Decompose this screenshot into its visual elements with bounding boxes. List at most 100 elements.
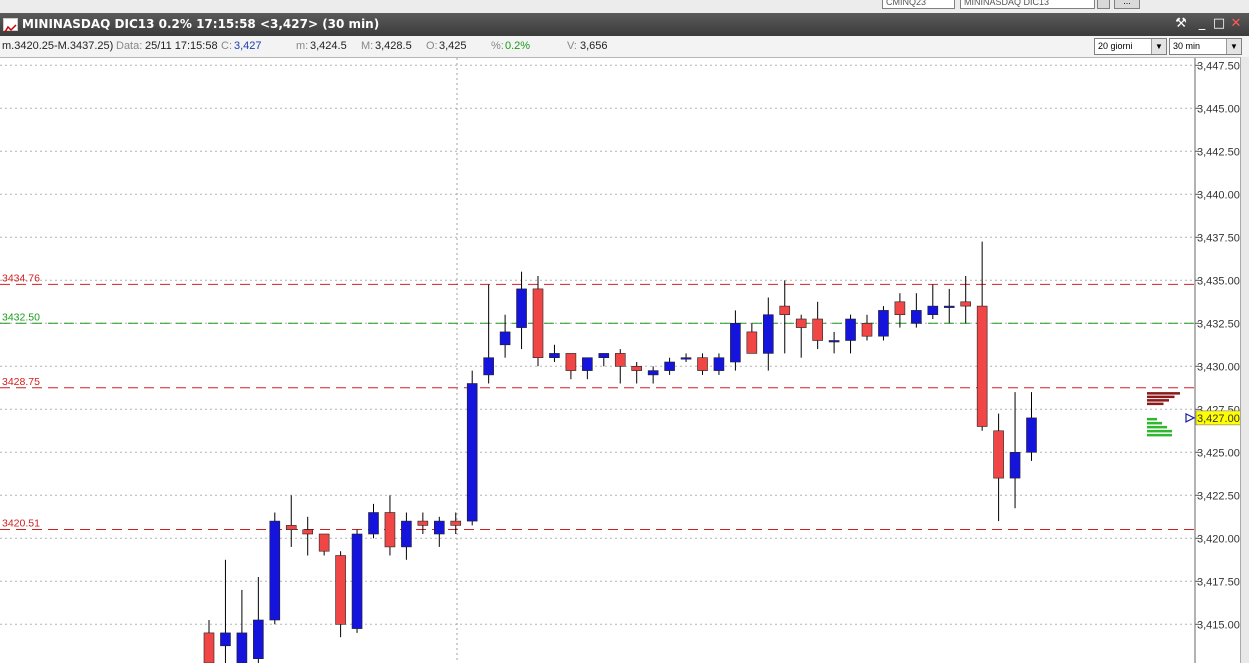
interval-select[interactable]: 30 min ▼	[1169, 38, 1242, 55]
candle-body-down	[532, 288, 544, 358]
bid-depth-bar	[1147, 433, 1172, 437]
max-label: M:	[361, 40, 374, 52]
ask-depth-bar	[1147, 402, 1164, 406]
chevron-down-icon[interactable]: ▼	[1151, 39, 1166, 54]
bid-depth-bar	[1147, 421, 1162, 425]
data-value: 25/11 17:15:58	[145, 40, 218, 52]
candle-body-down	[285, 525, 297, 530]
candle-body-up	[351, 533, 363, 629]
minimize-button[interactable]: _	[1194, 16, 1210, 32]
open-value: 3,425	[439, 40, 467, 52]
candle-body-down	[779, 305, 791, 316]
candle-body-down	[203, 632, 215, 663]
symbol-dropdown-button[interactable]	[1097, 0, 1110, 9]
candle-body-up	[713, 357, 725, 371]
candle-body-up	[483, 357, 494, 376]
window-title: MININASDAQ DIC13 0.2% 17:15:58 <3,427> (…	[22, 17, 380, 31]
candle-body-up	[433, 520, 445, 535]
candle-body-down	[795, 318, 807, 328]
candle-body-down	[565, 353, 577, 371]
candle-body-up	[762, 314, 774, 354]
candle-body-up	[401, 520, 412, 548]
min-label: m:	[296, 40, 309, 52]
candle-body-up	[516, 288, 527, 328]
candle-body-up	[845, 318, 856, 341]
volume-label: V:	[567, 40, 577, 52]
close-label: C:	[221, 40, 232, 52]
symbol-code-field[interactable]: CMINQ23	[882, 0, 955, 9]
y-tick-label: 3,432.50	[1197, 318, 1240, 330]
candle-body-up	[680, 357, 692, 360]
pct-label: %:	[491, 40, 504, 52]
quote-info-bar: m.3420.25-M.3437.25) Data: 25/11 17:15:5…	[0, 36, 1249, 58]
candle-body-up	[927, 305, 939, 316]
bid-depth-bar	[1147, 417, 1157, 421]
y-tick-label: 3,445.00	[1197, 103, 1240, 115]
candle-body-up	[1009, 451, 1021, 479]
symbol-options-button[interactable]: ...	[1114, 0, 1140, 9]
candle-body-up	[220, 632, 231, 647]
volume-value: 3,656	[580, 40, 608, 52]
maximize-button[interactable]: □	[1211, 16, 1227, 32]
candle-body-up	[466, 383, 478, 522]
symbol-name-field[interactable]: MININASDAQ DIC13	[960, 0, 1095, 9]
candle-body-up	[582, 357, 593, 371]
candle-body-down	[631, 365, 643, 371]
vertical-scrollbar[interactable]	[1240, 57, 1249, 663]
pin-tool-icon[interactable]: ⚒	[1173, 16, 1189, 32]
close-value: 3,427	[234, 40, 262, 52]
candle-body-up	[1026, 417, 1037, 453]
pct-value: 0.2%	[505, 40, 531, 52]
candle-body-up	[253, 619, 264, 660]
ask-depth-bar	[1147, 395, 1175, 399]
candle-body-up	[269, 520, 281, 621]
candle-body-up	[943, 305, 955, 308]
y-tick-label: 3,437.50	[1197, 232, 1240, 244]
y-tick-label: 3,417.50	[1197, 576, 1240, 588]
y-tick-label: 3,425.00	[1197, 447, 1240, 459]
max-value: 3,428.5	[375, 40, 412, 52]
bid-depth-bar	[1147, 429, 1172, 433]
current-price-arrow-icon	[1185, 412, 1196, 423]
candle-body-up	[878, 310, 889, 337]
candle-body-down	[384, 512, 396, 548]
interval-select-value: 30 min	[1173, 41, 1201, 51]
candle-body-down	[976, 305, 988, 427]
period-select-value: 20 giorni	[1098, 41, 1133, 51]
data-label: Data:	[116, 40, 143, 52]
period-select[interactable]: 20 giorni ▼	[1094, 38, 1167, 55]
candle-body-down	[894, 301, 906, 316]
ask-depth-bar	[1147, 392, 1180, 395]
candle-body-down	[450, 520, 462, 526]
candle-body-down	[812, 318, 823, 341]
candle-body-up	[598, 353, 610, 358]
candle-body-down	[746, 331, 758, 354]
window-titlebar[interactable]: MININASDAQ DIC13 0.2% 17:15:58 <3,427> (…	[0, 13, 1249, 36]
candle-body-up	[828, 340, 840, 343]
candle-body-down	[417, 520, 429, 526]
candle-body-down	[302, 529, 314, 535]
y-tick-label: 3,440.00	[1197, 189, 1240, 201]
candle-body-up	[549, 353, 560, 358]
candle-body-down	[697, 357, 708, 371]
bid-depth-bar	[1147, 425, 1167, 429]
chevron-down-icon[interactable]: ▼	[1226, 39, 1241, 54]
candle-body-up	[911, 310, 922, 324]
candle-body-down	[861, 322, 873, 337]
y-tick-label: 3,435.00	[1197, 275, 1240, 287]
top-toolbar-strip: CMINQ23 MININASDAQ DIC13 ...	[0, 0, 1249, 14]
candle-body-up	[499, 331, 511, 346]
candlestick-chart[interactable]: 3,415.00 3,417.50 3,420.00 3,422.50 3,425.00…	[0, 58, 1240, 663]
candle-body-up	[368, 512, 379, 535]
min-value: 3,424.5	[310, 40, 347, 52]
level-label: 3434.76	[2, 272, 40, 284]
y-tick-label: 3,422.50	[1197, 490, 1240, 502]
close-button[interactable]: ✕	[1228, 16, 1244, 32]
y-tick-label: 3,415.00	[1197, 619, 1240, 631]
ask-depth-bar	[1147, 399, 1169, 402]
candle-body-down	[335, 555, 346, 625]
candle-body-up	[730, 322, 741, 363]
y-tick-label: 3,430.00	[1197, 361, 1240, 373]
level-label: 3420.51	[2, 518, 40, 530]
candle-body-down	[993, 430, 1004, 479]
